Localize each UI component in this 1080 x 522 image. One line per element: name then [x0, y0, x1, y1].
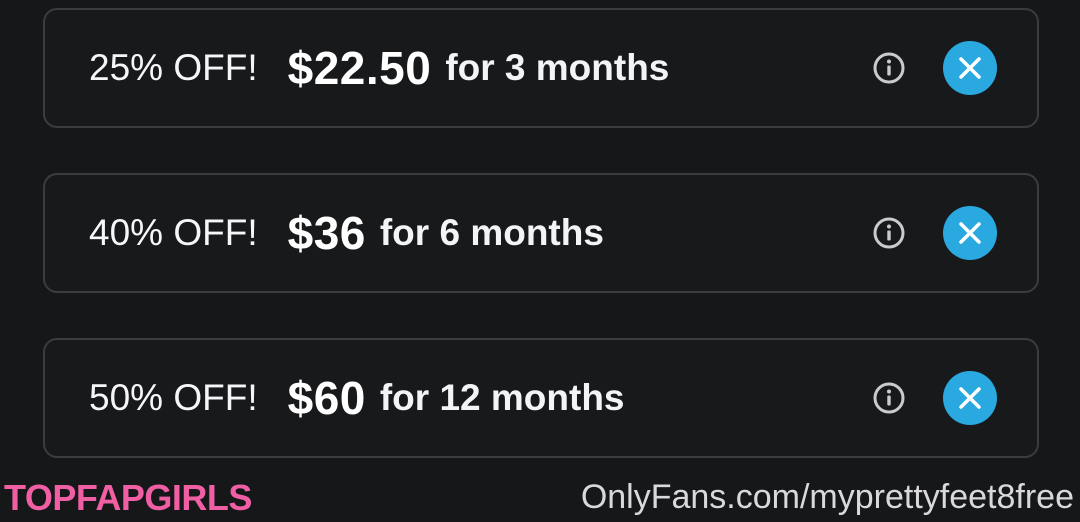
- offer-text: 40% OFF! $36 for 6 months: [89, 175, 604, 291]
- info-icon[interactable]: [872, 381, 906, 415]
- brand-watermark: TOPFAPGIRLS: [4, 477, 252, 518]
- period-label: for 6 months: [379, 212, 604, 253]
- discount-offer-card[interactable]: 40% OFF! $36 for 6 months: [43, 173, 1039, 293]
- close-icon: [959, 57, 981, 79]
- offer-text: 25% OFF! $22.50 for 3 months: [89, 10, 669, 126]
- discount-label: 40% OFF!: [89, 212, 258, 253]
- close-icon: [959, 222, 981, 244]
- price-label: $60: [287, 372, 366, 424]
- discount-label: 50% OFF!: [89, 377, 258, 418]
- period-label: for 12 months: [379, 377, 625, 418]
- remove-offer-button[interactable]: [943, 371, 997, 425]
- price-label: $36: [287, 207, 366, 259]
- source-url-watermark: OnlyFans.com/myprettyfeet8free: [580, 478, 1074, 516]
- discount-label: 25% OFF!: [89, 47, 258, 88]
- remove-offer-button[interactable]: [943, 41, 997, 95]
- offer-text: 50% OFF! $60 for 12 months: [89, 340, 625, 456]
- price-label: $22.50: [287, 42, 432, 94]
- info-icon[interactable]: [872, 51, 906, 85]
- close-icon: [959, 387, 981, 409]
- discount-offer-card[interactable]: 50% OFF! $60 for 12 months: [43, 338, 1039, 458]
- info-icon[interactable]: [872, 216, 906, 250]
- subscription-discounts-screen: 25% OFF! $22.50 for 3 months 40% OFF! $3…: [0, 0, 1080, 522]
- remove-offer-button[interactable]: [943, 206, 997, 260]
- period-label: for 3 months: [445, 47, 670, 88]
- discount-offer-card[interactable]: 25% OFF! $22.50 for 3 months: [43, 8, 1039, 128]
